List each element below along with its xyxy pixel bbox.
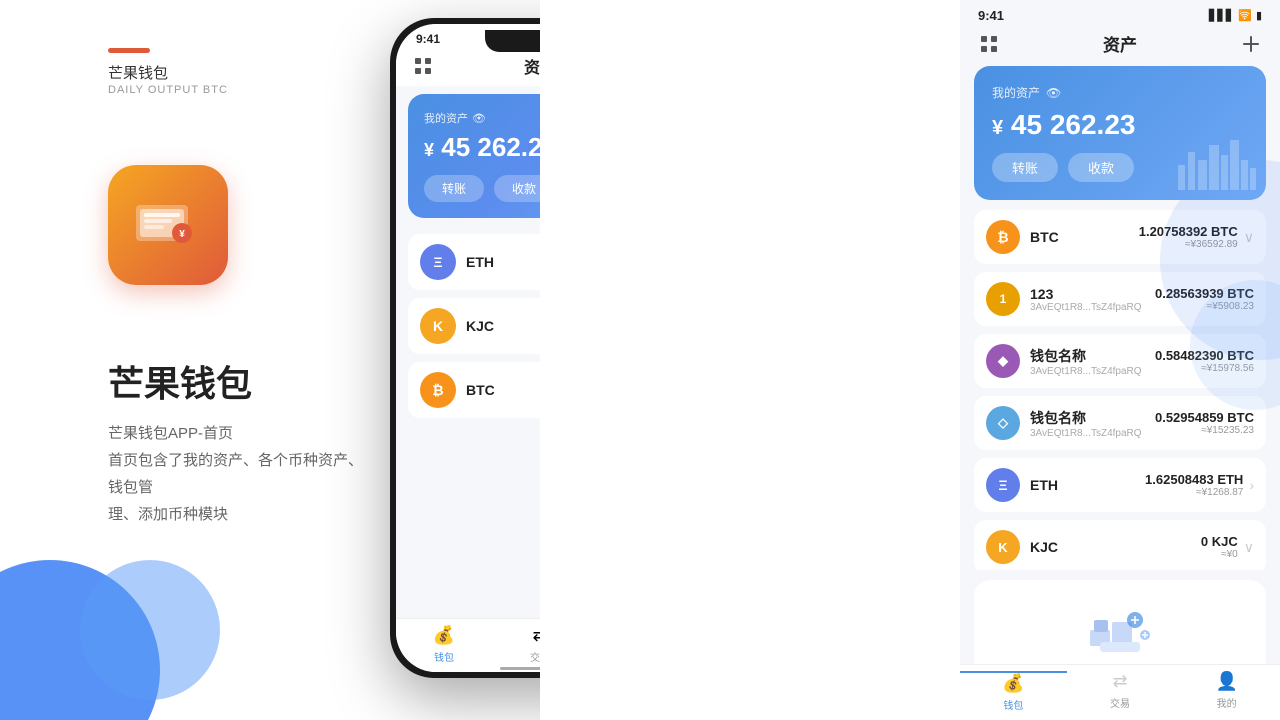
right-nav-wallet[interactable]: 💰 钱包	[960, 671, 1067, 712]
right-coin-123[interactable]: 1 123 3AvEQt1R8...TsZ4fpaRQ 0.28563939 B…	[974, 272, 1266, 326]
signal-icon: ▋▋▋	[1209, 9, 1234, 22]
right-bottomnav: 💰 钱包 ⇄ 交易 👤 我的	[960, 664, 1280, 720]
brand-name-small: 芒果钱包	[108, 62, 168, 83]
right-coin-btc[interactable]: ₿ BTC 1.20758392 BTC ≈¥36592.89 ∨	[974, 210, 1266, 264]
right-topbar: 资产	[960, 27, 1280, 66]
brand-subtitle: DAILY OUTPUT BTC	[108, 84, 228, 96]
kjc-amount: 0 KJC ≈¥0	[1201, 534, 1238, 560]
right-city-bg	[1176, 130, 1256, 195]
trade-icon: ⇄	[532, 625, 540, 646]
coin-item-kjc[interactable]: K KJC 0 KJC ≈¥0 ›	[408, 298, 540, 354]
eth-info: ETH	[1030, 477, 1145, 493]
kjc-info: KJC	[1030, 539, 1201, 555]
eth-icon: Ξ	[420, 244, 456, 280]
battery-icon: ▮	[1256, 9, 1262, 22]
right-coin-wallet1[interactable]: ◆ 钱包名称 3AvEQt1R8...TsZ4fpaRQ 0.58482390 …	[974, 334, 1266, 388]
transfer-button[interactable]: 转账	[424, 175, 484, 202]
app-logo-svg: ¥	[132, 189, 204, 261]
phone-time: 9:41	[416, 32, 440, 46]
home-indicator	[500, 667, 540, 670]
wallet-nav-icon: 💰	[1002, 673, 1024, 694]
wallet2-amount: 0.52954859 BTC ≈¥15235.23	[1155, 410, 1254, 436]
wallet2-info: 钱包名称 3AvEQt1R8...TsZ4fpaRQ	[1030, 408, 1155, 439]
coin-123-icon: 1	[986, 282, 1020, 316]
wallet-icon: 💰	[433, 625, 455, 646]
eth-icon: Ξ	[986, 468, 1020, 502]
right-grid-icon[interactable]	[978, 33, 1000, 55]
phone-bottomnav: 💰 钱包 ⇄ 交易 👤 我的	[396, 618, 540, 672]
blue-blob-left2	[80, 560, 220, 700]
btc-amount: 1.20758392 BTC ≈¥36592.89	[1139, 224, 1238, 250]
phone-screen: 9:41 ▋▋▋ 🛜 ▮ 资产	[396, 24, 540, 672]
right-page-title: 资产	[1000, 31, 1240, 56]
wifi-icon: 🛜	[1238, 9, 1252, 22]
grid-icon[interactable]	[412, 55, 434, 77]
btc-info: BTC	[1030, 229, 1139, 245]
phone-card-btns: 转账 收款	[424, 175, 540, 202]
kjc-info: KJC	[466, 318, 540, 334]
left-panel: 芒果钱包 DAILY OUTPUT BTC ¥ 芒果钱包 芒果钱包APP-首页 …	[0, 0, 540, 720]
wallet1-icon: ◆	[986, 344, 1020, 378]
right-card-label: 我的资产 👁	[992, 84, 1248, 101]
right-coin-wallet2[interactable]: ◇ 钱包名称 3AvEQt1R8...TsZ4fpaRQ 0.52954859 …	[974, 396, 1266, 450]
kjc-icon: K	[986, 530, 1020, 564]
import-svg	[1080, 600, 1160, 660]
svg-text:¥: ¥	[179, 229, 185, 240]
chevron-down-icon: ∨	[1244, 539, 1254, 556]
phone-notch	[485, 30, 540, 52]
right-time: 9:41	[978, 8, 1004, 23]
trade-nav-icon: ⇄	[1112, 671, 1127, 692]
phone-card-label: 我的资产 👁	[424, 110, 540, 126]
app-desc: 芒果钱包APP-首页 首页包含了我的资产、各个币种资产、钱包管 理、添加币种模块	[108, 420, 368, 528]
import-illustration	[994, 600, 1246, 665]
right-coin-eth[interactable]: Ξ ETH 1.62508483 ETH ≈¥1268.87 ›	[974, 458, 1266, 512]
coin-item-eth[interactable]: Ξ ETH 0 ETH ≈¥0 ›	[408, 234, 540, 290]
coin-123-info: 123 3AvEQt1R8...TsZ4fpaRQ	[1030, 286, 1155, 313]
phone-coin-list: Ξ ETH 0 ETH ≈¥0 › K KJC	[396, 226, 540, 434]
eth-info: ETH	[466, 254, 540, 270]
chevron-right-icon: ›	[1249, 477, 1254, 493]
kjc-icon: K	[420, 308, 456, 344]
right-status-icons: ▋▋▋ 🛜 ▮	[1209, 9, 1262, 22]
phone-topbar: 资产	[396, 50, 540, 86]
nav-wallet[interactable]: 💰 钱包	[396, 625, 492, 664]
red-bar	[108, 48, 150, 53]
chevron-down-icon: ∨	[1244, 229, 1254, 246]
eth-amount: 1.62508483 ETH ≈¥1268.87	[1145, 472, 1243, 498]
nav-trade[interactable]: ⇄ 交易	[492, 625, 540, 664]
receive-button[interactable]: 收款	[494, 175, 540, 202]
phone-card-amount: ¥ 45 262.23	[424, 132, 540, 163]
eye-icon[interactable]: 👁	[1046, 86, 1061, 100]
wallet2-icon: ◇	[986, 406, 1020, 440]
right-panel: 9:41 ▋▋▋ 🛜 ▮ 资产 我的资产 👁 ¥ 45 262.23 转账 收款	[960, 0, 1280, 720]
user-nav-icon: 👤	[1215, 671, 1237, 692]
coin-123-amount: 0.28563939 BTC ≈¥5908.23	[1155, 286, 1254, 312]
wallet1-info: 钱包名称 3AvEQt1R8...TsZ4fpaRQ	[1030, 346, 1155, 377]
right-receive-button[interactable]: 收款	[1068, 153, 1134, 182]
right-coin-list: ₿ BTC 1.20758392 BTC ≈¥36592.89 ∨ 1 123 …	[960, 210, 1280, 570]
coin-item-btc[interactable]: ₿ BTC 0 BTC ≈¥0 ›	[408, 362, 540, 418]
right-asset-card: 我的资产 👁 ¥ 45 262.23 转账 收款	[974, 66, 1266, 200]
right-nav-mine[interactable]: 👤 我的	[1173, 671, 1280, 712]
wallet1-amount: 0.58482390 BTC ≈¥15978.56	[1155, 348, 1254, 374]
btc-icon: ₿	[986, 220, 1020, 254]
phone-page-title: 资产	[524, 54, 540, 78]
app-icon: ¥	[108, 165, 228, 285]
right-nav-trade[interactable]: ⇄ 交易	[1067, 671, 1174, 712]
phone-asset-card: 我的资产 👁 ¥ 45 262.23 转账 收款	[408, 94, 540, 218]
right-statusbar: 9:41 ▋▋▋ 🛜 ▮	[960, 0, 1280, 27]
eye-icon[interactable]: 👁	[472, 112, 486, 125]
app-title: 芒果钱包	[108, 355, 252, 407]
phone-frame: 9:41 ▋▋▋ 🛜 ▮ 资产	[390, 18, 540, 678]
app-icon-inner: ¥	[132, 189, 204, 261]
phone-mockup: 9:41 ▋▋▋ 🛜 ▮ 资产	[390, 18, 540, 678]
right-transfer-button[interactable]: 转账	[992, 153, 1058, 182]
btc-icon: ₿	[420, 372, 456, 408]
btc-info: BTC	[466, 382, 540, 398]
right-coin-kjc[interactable]: K KJC 0 KJC ≈¥0 ∨	[974, 520, 1266, 570]
right-plus-icon[interactable]	[1240, 33, 1262, 55]
